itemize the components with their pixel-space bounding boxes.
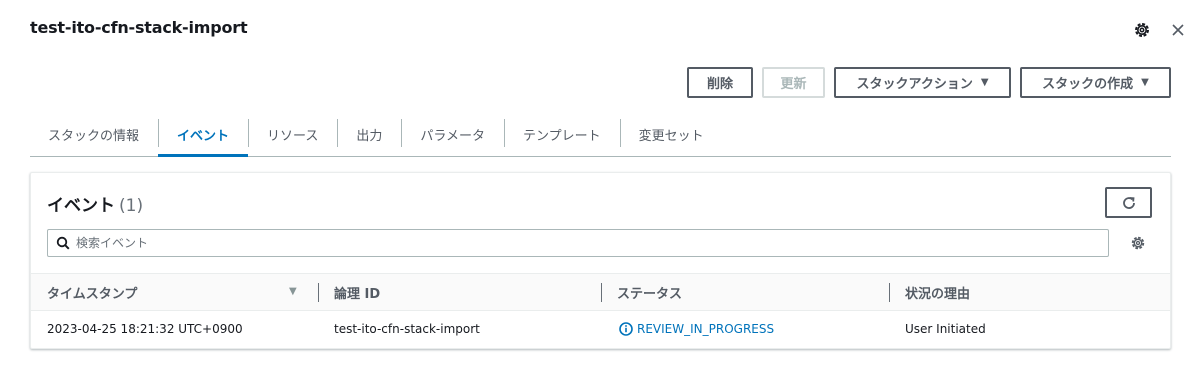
tab-stack-info[interactable]: スタックの情報 [30, 112, 158, 156]
table-row: 2023-04-25 18:21:32 UTC+0900 test-ito-cf… [31, 311, 1170, 347]
update-button[interactable]: 更新 [762, 67, 825, 98]
create-stack-dropdown[interactable]: スタックの作成 ▼ [1020, 67, 1171, 98]
sort-caret-down-icon[interactable]: ▼ [289, 286, 297, 297]
events-panel: イベント(1) タイムスタンプ ▼ 論理 ID ステータス 状況の理由 2023… [30, 172, 1171, 349]
stack-actions-toolbar: 削除 更新 スタックアクション ▼ スタックの作成 ▼ [687, 67, 1171, 98]
status-text[interactable]: REVIEW_IN_PROGRESS [637, 322, 774, 336]
cell-reason: User Initiated [905, 322, 986, 336]
stack-actions-dropdown[interactable]: スタックアクション ▼ [834, 67, 1011, 98]
info-icon [619, 322, 633, 336]
tab-resources[interactable]: リソース [248, 112, 337, 156]
column-header-timestamp[interactable]: タイムスタンプ [47, 274, 137, 310]
events-heading: イベント (1) [47, 191, 143, 216]
refresh-button[interactable] [1105, 187, 1152, 218]
events-table-header: タイムスタンプ ▼ 論理 ID ステータス 状況の理由 [31, 273, 1170, 311]
tab-events[interactable]: イベント [158, 112, 249, 157]
delete-button[interactable]: 削除 [687, 67, 753, 98]
tab-parameters[interactable]: パラメータ [401, 112, 504, 156]
stack-tabs: スタックの情報 イベント リソース 出力 パラメータ テンプレート 変更セット [30, 112, 1171, 157]
events-title: イベント [47, 196, 115, 216]
cell-timestamp: 2023-04-25 18:21:32 UTC+0900 [47, 322, 243, 336]
stack-title: test-ito-cfn-stack-import [30, 18, 248, 37]
events-search[interactable] [47, 229, 1109, 257]
column-header-logical-id[interactable]: 論理 ID [317, 274, 380, 310]
tab-template[interactable]: テンプレート [504, 112, 620, 156]
search-input[interactable] [76, 231, 1076, 255]
column-header-reason[interactable]: 状況の理由 [888, 274, 970, 310]
caret-down-icon: ▼ [1141, 77, 1149, 88]
search-icon [56, 235, 72, 251]
table-preferences-gear-icon[interactable] [1129, 234, 1147, 252]
close-icon[interactable] [1168, 20, 1188, 40]
column-header-status[interactable]: ステータス [600, 274, 682, 310]
cell-status[interactable]: REVIEW_IN_PROGRESS [619, 311, 774, 347]
tab-outputs[interactable]: 出力 [337, 112, 401, 156]
events-count: (1) [119, 196, 144, 216]
caret-down-icon: ▼ [980, 77, 989, 88]
header-icons [1132, 20, 1188, 40]
gear-icon[interactable] [1132, 20, 1152, 40]
tab-change-sets[interactable]: 変更セット [619, 112, 723, 156]
cell-logical-id: test-ito-cfn-stack-import [334, 322, 480, 336]
refresh-icon [1122, 196, 1135, 209]
